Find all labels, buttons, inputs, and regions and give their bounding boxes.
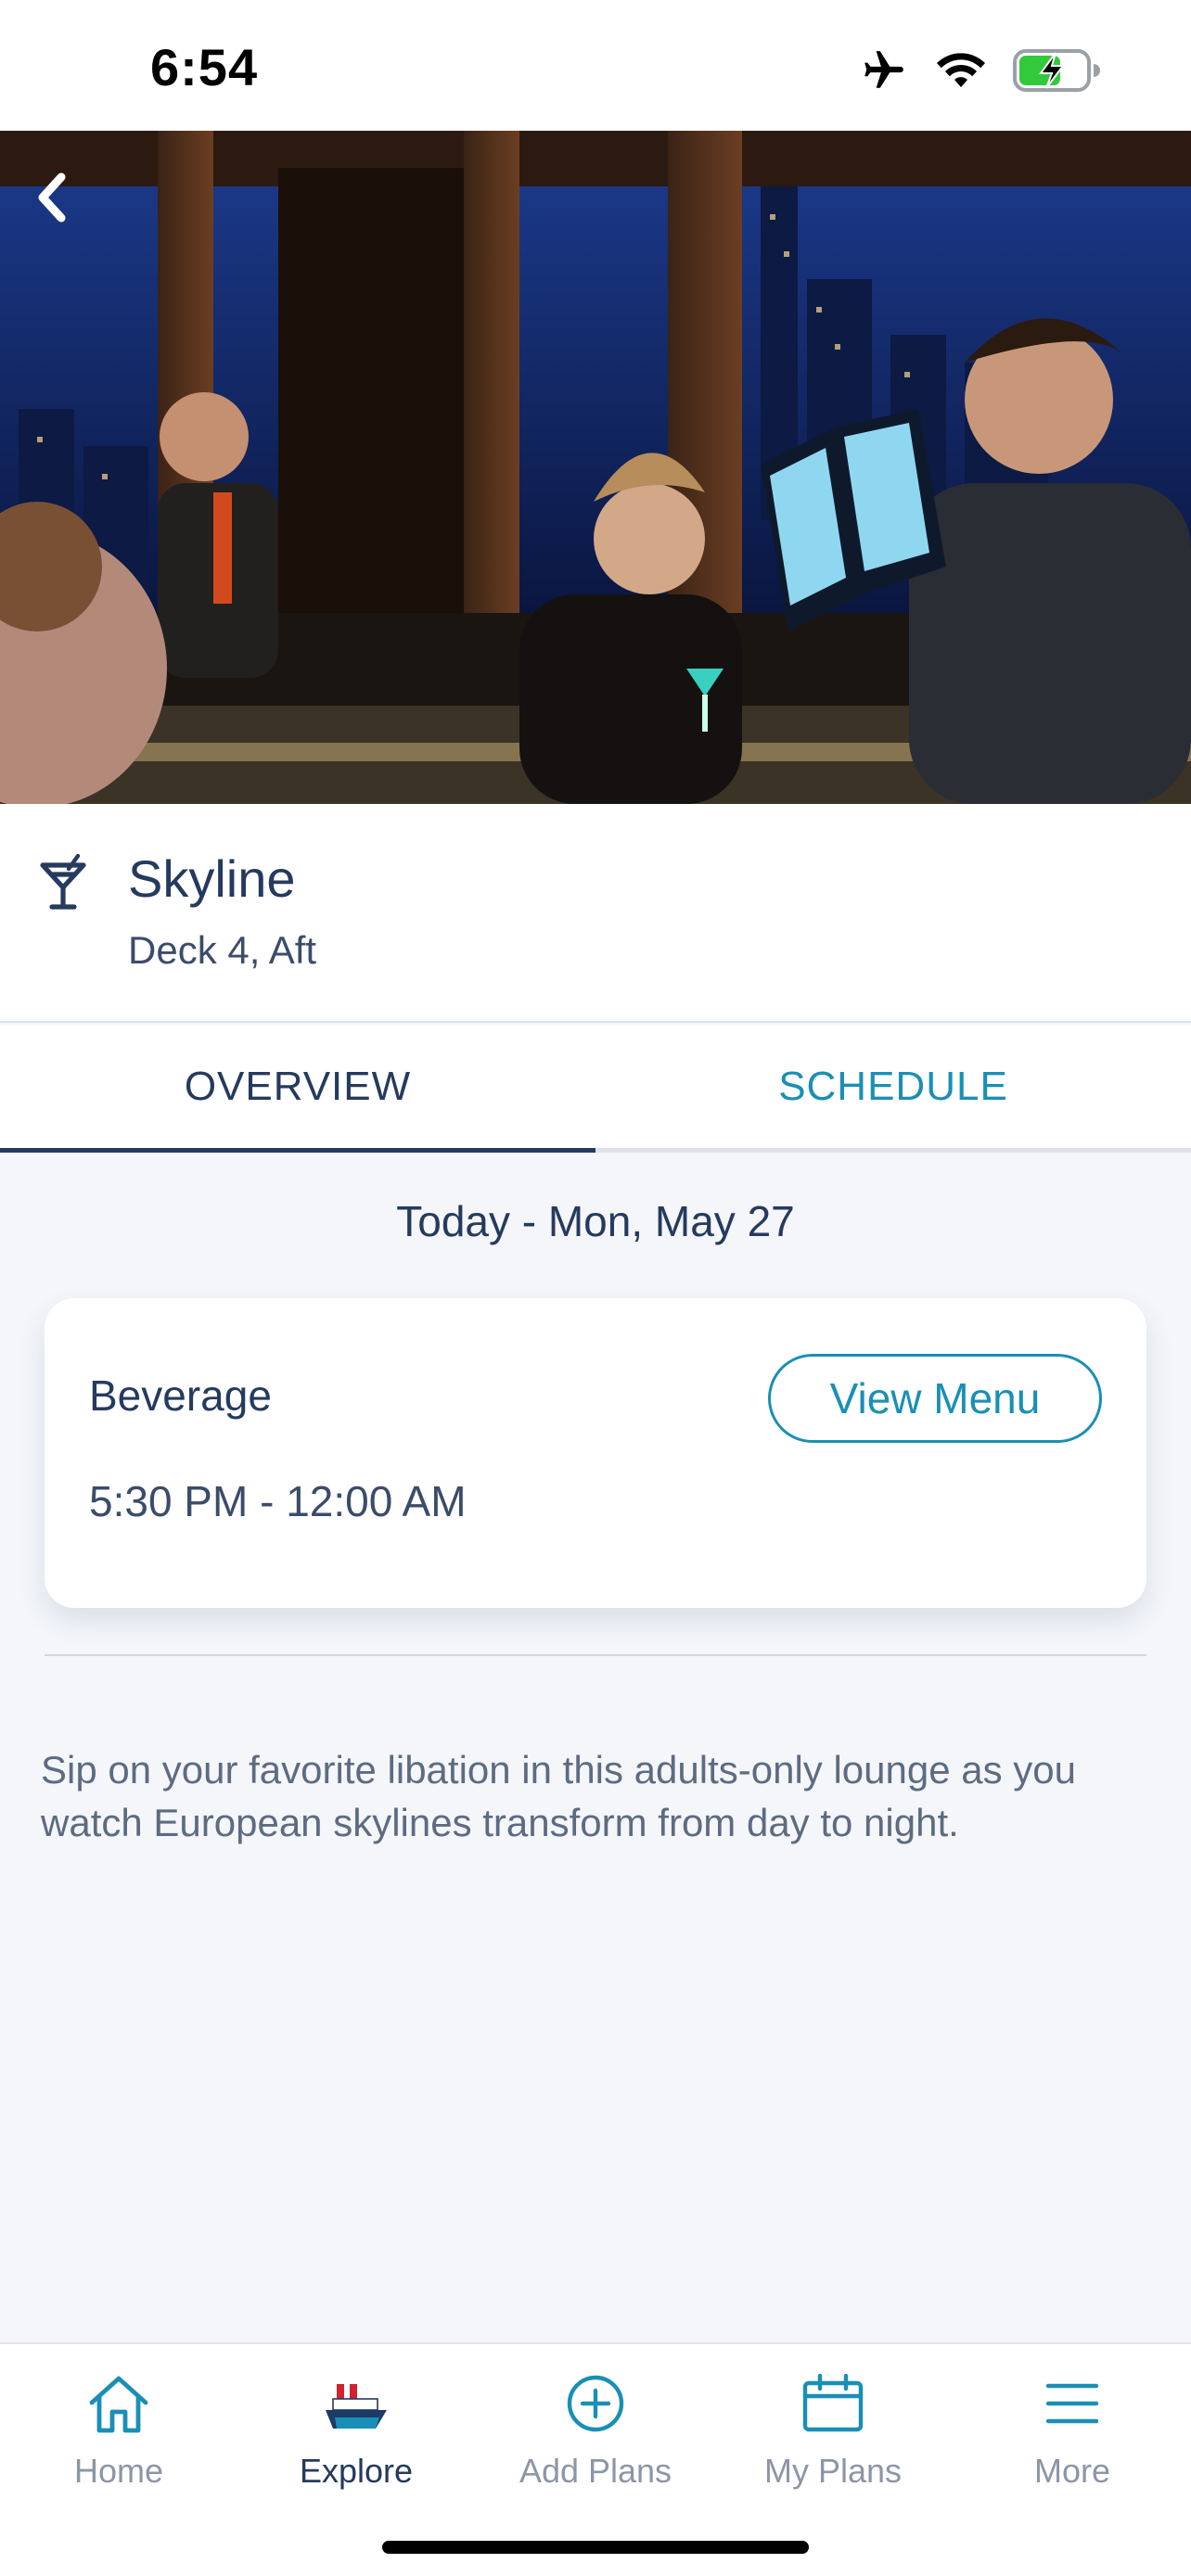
nav-explore[interactable]: Explore	[237, 2344, 475, 2502]
tab-bar: OVERVIEW SCHEDULE	[0, 1025, 1191, 1153]
wifi-icon	[935, 50, 987, 91]
venue-title: Skyline	[128, 849, 296, 908]
card-category: Beverage	[89, 1371, 272, 1420]
plus-circle-icon	[566, 2366, 625, 2441]
hero-illustration	[0, 131, 1191, 804]
nav-my-plans-label: My Plans	[763, 2452, 903, 2490]
tab-schedule[interactable]: SCHEDULE	[596, 1025, 1191, 1148]
nav-add-plans-label: Add Plans	[519, 2452, 672, 2490]
nav-explore-label: Explore	[299, 2452, 414, 2490]
status-icons	[859, 45, 1102, 96]
nav-my-plans[interactable]: My Plans	[714, 2344, 952, 2502]
calendar-icon	[801, 2366, 864, 2441]
nav-more[interactable]: More	[954, 2344, 1191, 2502]
date-heading: Today - Mon, May 27	[396, 1197, 795, 1245]
home-icon	[86, 2366, 151, 2441]
hero-image	[0, 131, 1191, 804]
venue-header: Skyline Deck 4, Aft	[0, 804, 1191, 1023]
nav-home-label: Home	[73, 2452, 164, 2490]
cocktail-icon	[37, 853, 91, 916]
battery-charging-icon	[1013, 49, 1102, 92]
nav-home[interactable]: Home	[0, 2344, 237, 2502]
menu-icon	[1044, 2366, 1100, 2441]
view-menu-button[interactable]: View Menu	[768, 1354, 1102, 1443]
status-time: 6:54	[150, 38, 259, 96]
divider	[45, 1654, 1146, 1656]
nav-more-label: More	[1033, 2452, 1111, 2490]
card-hours: 5:30 PM - 12:00 AM	[89, 1477, 467, 1525]
ship-icon	[324, 2366, 389, 2441]
back-button[interactable]	[33, 172, 98, 236]
nav-add-plans[interactable]: Add Plans	[477, 2344, 714, 2502]
home-indicator	[382, 2541, 809, 2554]
venue-location: Deck 4, Aft	[128, 928, 317, 972]
status-bar: 6:54	[0, 0, 1191, 131]
hours-card: Beverage View Menu 5:30 PM - 12:00 AM	[45, 1298, 1146, 1608]
venue-description: Sip on your favorite libation in this ad…	[41, 1748, 1076, 1844]
active-tab-indicator	[0, 1148, 596, 1153]
airplane-icon	[859, 47, 909, 94]
tab-overview[interactable]: OVERVIEW	[0, 1025, 596, 1148]
